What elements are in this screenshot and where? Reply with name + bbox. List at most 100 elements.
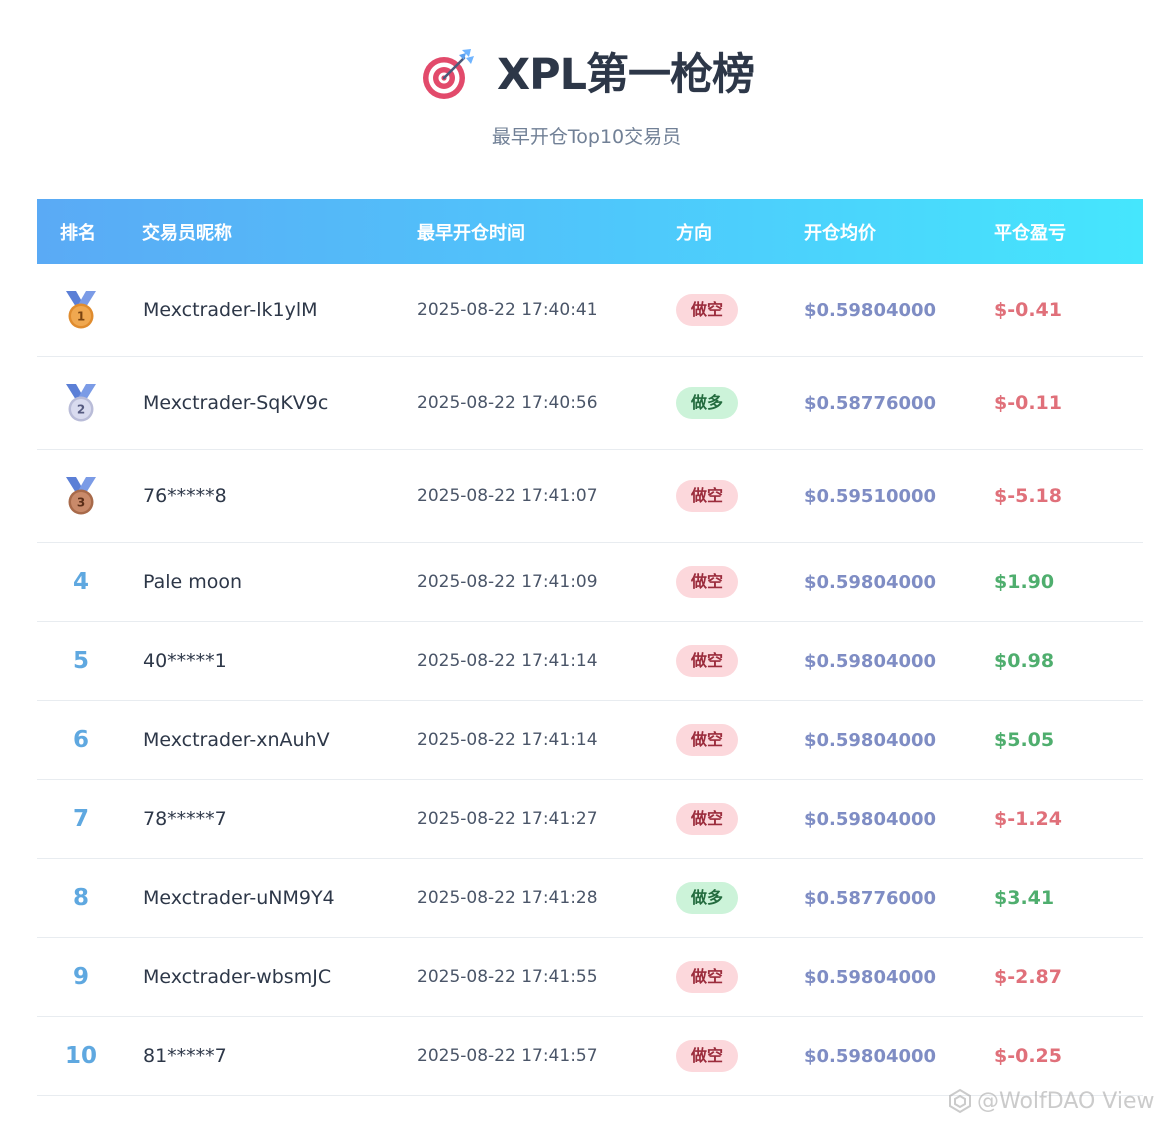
avg-open-price: $0.59804000 [804, 966, 937, 988]
rank-number: 7 [72, 806, 89, 832]
close-pnl: $-0.11 [994, 392, 1062, 414]
table-row: 7 78*****7 2025-08-22 17:41:27 做空 $0.5980400… [37, 780, 1143, 859]
direction-badge: 做多 [676, 882, 738, 914]
close-pnl: $0.98 [994, 650, 1055, 672]
rank-cell: 5 [37, 648, 125, 674]
trader-name: Mexctrader-xnAuhV [143, 729, 330, 751]
direction-badge: 做空 [676, 566, 738, 598]
direction-cell: 做空 [676, 724, 804, 756]
bronze-medal-icon: 3 [66, 477, 96, 515]
gold-medal-icon: 1 [66, 291, 96, 329]
table-row: 2 Mexctrader-SqKV9c 2025-08-22 17:40:56 做多 $… [37, 357, 1143, 450]
open-time: 2025-08-22 17:41:55 [417, 967, 598, 987]
trader-name: 78*****7 [143, 808, 227, 830]
open-time: 2025-08-22 17:40:56 [417, 393, 598, 413]
page-title: XPL第一枪榜 [496, 50, 755, 100]
direction-badge: 做空 [676, 480, 738, 512]
silver-medal-icon: 2 [66, 384, 96, 422]
leaderboard-page: XPL第一枪榜 最早开仓Top10交易员 排名 交易员昵称 最早开仓时间 方向 … [0, 0, 1173, 1131]
direction-badge: 做空 [676, 724, 738, 756]
column-header-name: 交易员昵称 [142, 222, 232, 244]
direction-cell: 做空 [676, 961, 804, 993]
open-time: 2025-08-22 17:41:14 [417, 730, 598, 750]
table-row: 10 81*****7 2025-08-22 17:41:57 做空 $0.598040… [37, 1017, 1143, 1096]
leaderboard-table: 排名 交易员昵称 最早开仓时间 方向 开仓均价 平仓盈亏 1 Mexctrader… [37, 199, 1143, 1096]
avg-open-price: $0.59804000 [804, 299, 937, 321]
trader-name: Mexctrader-uNM9Y4 [143, 887, 335, 909]
direction-cell: 做空 [676, 1040, 804, 1072]
table-row: 5 40*****1 2025-08-22 17:41:14 做空 $0.5980400… [37, 622, 1143, 701]
open-time: 2025-08-22 17:41:14 [417, 651, 598, 671]
avg-open-price: $0.59804000 [804, 808, 937, 830]
rank-cell: 4 [37, 569, 125, 595]
table-row: 9 Mexctrader-wbsmJC 2025-08-22 17:41:55 做空 $… [37, 938, 1143, 1017]
medal-rank-text: 2 [77, 403, 85, 417]
close-pnl: $-2.87 [994, 966, 1062, 988]
table-row: 6 Mexctrader-xnAuhV 2025-08-22 17:41:14 做空 $… [37, 701, 1143, 780]
direction-badge: 做空 [676, 961, 738, 993]
medal-rank-text: 3 [77, 496, 85, 510]
page-subtitle: 最早开仓Top10交易员 [491, 126, 682, 148]
rank-cell: 3 [37, 475, 125, 517]
column-header-pnl: 平仓盈亏 [994, 222, 1066, 244]
dart-target-icon [422, 49, 474, 99]
close-pnl: $-0.41 [994, 299, 1062, 321]
direction-badge: 做多 [676, 387, 738, 419]
table-row: 4 Pale moon 2025-08-22 17:41:09 做空 $0.598040… [37, 543, 1143, 622]
direction-badge: 做空 [676, 803, 738, 835]
direction-cell: 做多 [676, 387, 804, 419]
rank-number: 8 [72, 885, 89, 911]
close-pnl: $5.05 [994, 729, 1055, 751]
column-header-time: 最早开仓时间 [417, 222, 525, 244]
rank-cell: 8 [37, 885, 125, 911]
trader-name: 81*****7 [143, 1045, 227, 1067]
trader-name: 76*****8 [143, 485, 227, 507]
table-row: 1 Mexctrader-lk1ylM 2025-08-22 17:40:41 做空 $… [37, 264, 1143, 357]
direction-cell: 做空 [676, 480, 804, 512]
avg-open-price: $0.58776000 [804, 887, 937, 909]
open-time: 2025-08-22 17:41:07 [417, 486, 598, 506]
trader-name: Mexctrader-SqKV9c [143, 392, 329, 414]
close-pnl: $1.90 [994, 571, 1055, 593]
watermark: @WolfDAO View [947, 1088, 1155, 1114]
open-time: 2025-08-22 17:41:57 [417, 1046, 598, 1066]
close-pnl: $-0.25 [994, 1045, 1062, 1067]
rank-number: 9 [72, 964, 89, 990]
header: XPL第一枪榜 [0, 44, 1173, 106]
trader-name: Mexctrader-lk1ylM [143, 299, 318, 321]
direction-cell: 做空 [676, 294, 804, 326]
open-time: 2025-08-22 17:41:09 [417, 572, 598, 592]
close-pnl: $-1.24 [994, 808, 1062, 830]
direction-badge: 做空 [676, 645, 738, 677]
rank-cell: 2 [37, 382, 125, 424]
column-header-direction: 方向 [676, 222, 712, 244]
open-time: 2025-08-22 17:40:41 [417, 300, 598, 320]
trader-name: Mexctrader-wbsmJC [143, 966, 332, 988]
table-row: 8 Mexctrader-uNM9Y4 2025-08-22 17:41:28 做多 $… [37, 859, 1143, 938]
open-time: 2025-08-22 17:41:27 [417, 809, 598, 829]
close-pnl: $3.41 [994, 887, 1055, 909]
rank-cell: 9 [37, 964, 125, 990]
direction-cell: 做空 [676, 803, 804, 835]
direction-badge: 做空 [676, 294, 738, 326]
avg-open-price: $0.59804000 [804, 650, 937, 672]
direction-badge: 做空 [676, 1040, 738, 1072]
rank-cell: 10 [37, 1043, 125, 1069]
rank-number: 5 [72, 648, 89, 674]
rank-number: 4 [72, 569, 89, 595]
direction-cell: 做空 [676, 645, 804, 677]
table-body: 1 Mexctrader-lk1ylM 2025-08-22 17:40:41 做空 $… [37, 264, 1143, 1096]
rank-number: 10 [64, 1043, 97, 1069]
rank-cell: 6 [37, 727, 125, 753]
column-header-rank: 排名 [60, 222, 96, 244]
platform-logo-icon [949, 1088, 971, 1114]
direction-cell: 做多 [676, 882, 804, 914]
rank-number: 6 [72, 727, 89, 753]
avg-open-price: $0.59804000 [804, 571, 937, 593]
open-time: 2025-08-22 17:41:28 [417, 888, 598, 908]
column-header-price: 开仓均价 [804, 222, 876, 244]
direction-cell: 做空 [676, 566, 804, 598]
avg-open-price: $0.59804000 [804, 1045, 937, 1067]
table-header: 排名 交易员昵称 最早开仓时间 方向 开仓均价 平仓盈亏 [37, 199, 1143, 264]
table-row: 3 76*****8 2025-08-22 17:41:07 做空 $0.5951000… [37, 450, 1143, 543]
